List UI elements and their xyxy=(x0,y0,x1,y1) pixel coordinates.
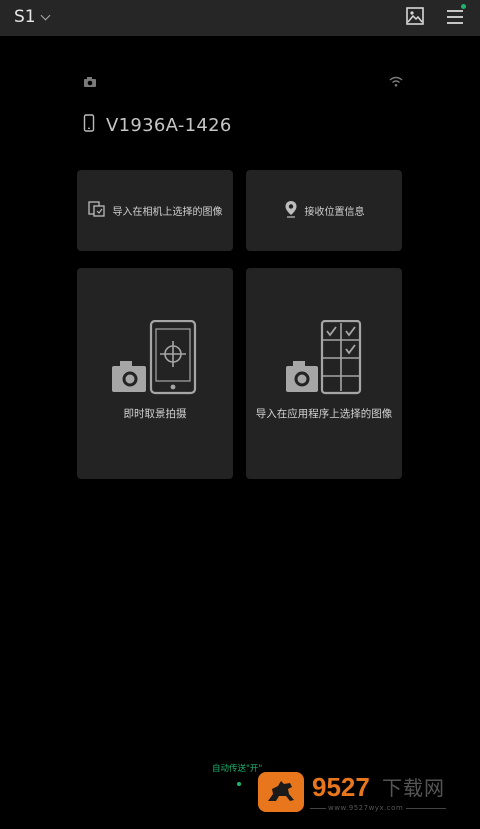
import-app-selected-label: 导入在应用程序上选择的图像 xyxy=(255,408,393,420)
camera-name: S1 xyxy=(14,7,36,27)
phone-icon xyxy=(83,114,95,136)
remote-shooting-label: 即时取景拍摄 xyxy=(123,408,187,420)
auto-transfer-indicator xyxy=(237,782,241,786)
watermark-url: www.9527wyx.com xyxy=(328,804,404,812)
connection-status-row xyxy=(83,73,403,89)
watermark-divider-left xyxy=(310,808,326,809)
top-bar: S1 xyxy=(0,0,480,36)
remote-shooting-button[interactable]: 即时取景拍摄 xyxy=(77,268,233,479)
watermark-divider-right xyxy=(406,808,446,809)
remote-shooting-icon xyxy=(112,319,198,400)
camera-icon xyxy=(83,73,97,92)
import-camera-selected-button[interactable]: 导入在相机上选择的图像 xyxy=(77,170,233,251)
watermark: 9527 下载网 www.9527wyx.com xyxy=(258,770,458,816)
wifi-icon xyxy=(389,73,403,92)
import-camera-selected-label: 导入在相机上选择的图像 xyxy=(112,207,223,218)
watermark-site-name: 下载网 xyxy=(382,776,445,800)
gallery-icon[interactable] xyxy=(402,5,428,29)
device-name: V1936A-1426 xyxy=(106,114,232,136)
watermark-number: 9527 xyxy=(312,772,370,802)
auto-transfer-status: 自动传送"开" xyxy=(212,764,263,774)
receive-location-button[interactable]: 接收位置信息 xyxy=(246,170,402,251)
import-app-selected-button[interactable]: 导入在应用程序上选择的图像 xyxy=(246,268,402,479)
horse-logo-icon xyxy=(258,772,304,812)
location-pin-icon xyxy=(284,200,298,222)
phone-select-images-icon xyxy=(286,319,362,400)
notification-dot xyxy=(461,4,466,9)
receive-location-label: 接收位置信息 xyxy=(304,207,365,218)
chevron-down-icon xyxy=(40,10,51,20)
camera-selector[interactable]: S1 xyxy=(14,6,51,28)
connected-device: V1936A-1426 xyxy=(83,113,232,137)
import-image-icon xyxy=(87,200,106,222)
